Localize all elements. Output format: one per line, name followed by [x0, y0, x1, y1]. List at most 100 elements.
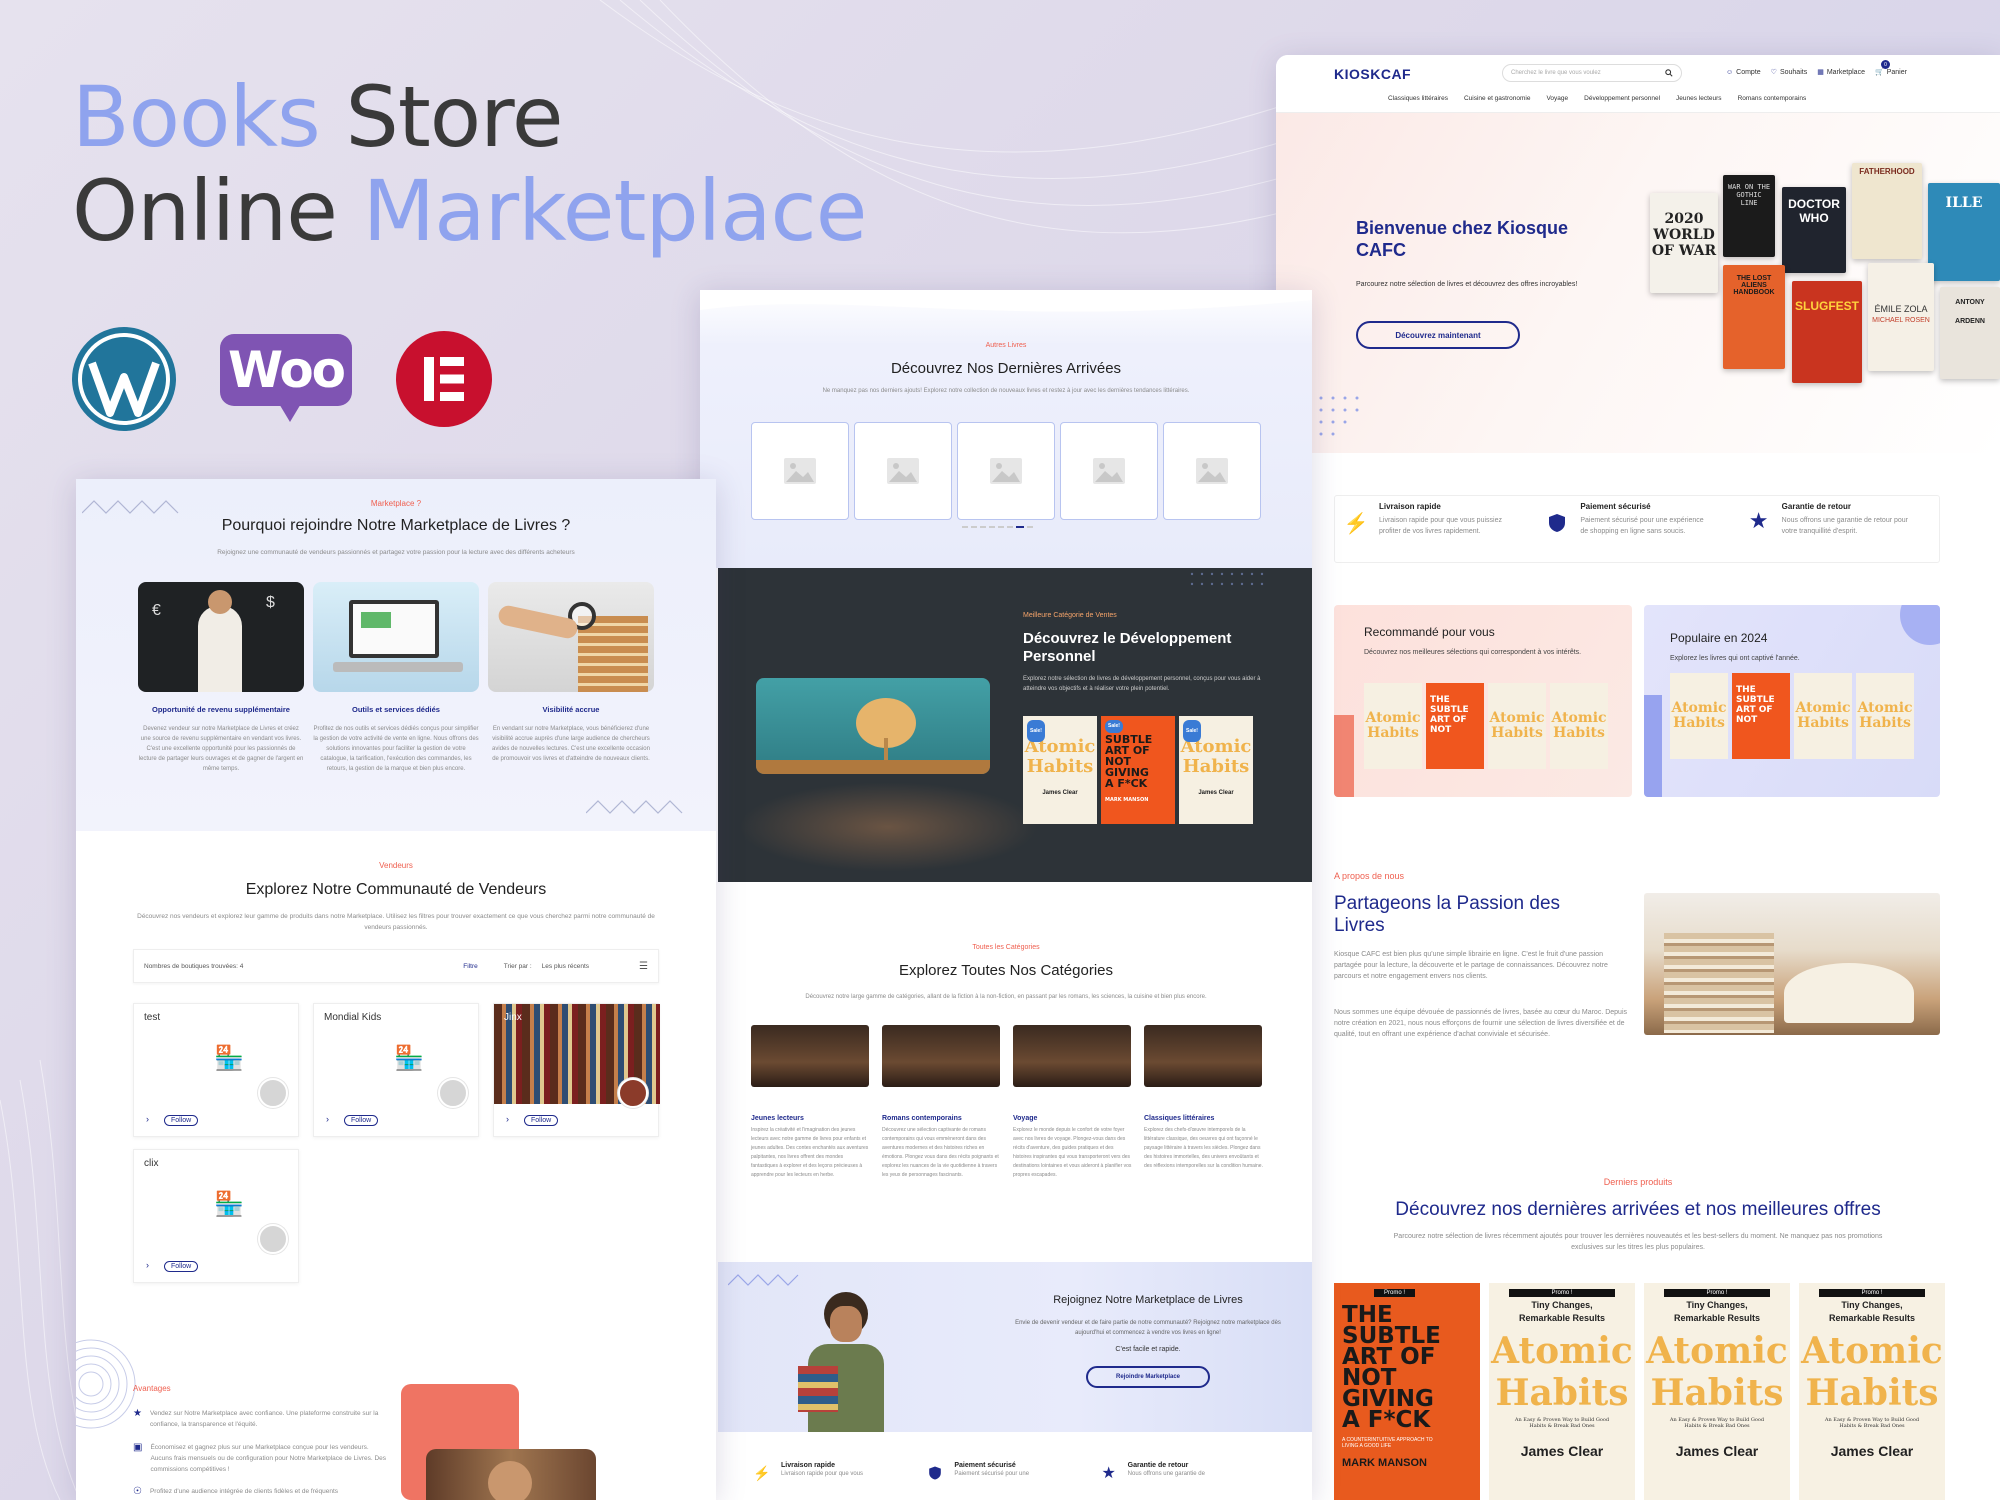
feature-text: En vendant sur notre Marketplace, vous b… — [492, 726, 650, 762]
hero-book-lost-aliens[interactable]: THE LOST ALIENS HANDBOOK — [1723, 265, 1785, 369]
nav-item[interactable]: Jeunes lecteurs — [1676, 95, 1722, 102]
product-author: James Clear — [1675, 1443, 1759, 1459]
home-hero: Bienvenue chez Kiosque CAFC Parcourez no… — [1276, 113, 2000, 453]
dev-book-atomic-habits[interactable]: Sale! Atomic Habits James Clear — [1023, 716, 1097, 824]
category-card-jeunes-lecteurs[interactable]: Jeunes lecteurs Inspirez la créativité e… — [751, 1025, 871, 1180]
join-text: Envie de devenir vendeur et de faire par… — [1015, 1320, 1281, 1336]
hero-book-ille[interactable]: ILLE — [1928, 183, 2000, 281]
about-title: Partageons la Passion des Livres — [1334, 893, 1561, 936]
nav-item[interactable]: Romans contemporains — [1738, 95, 1807, 102]
category-card-classiques[interactable]: Classiques littéraires Explorez des chef… — [1144, 1025, 1264, 1171]
follow-button[interactable]: Follow — [524, 1115, 559, 1126]
avatar — [618, 1078, 648, 1108]
about-kicker: A propos de nous — [1334, 871, 1405, 881]
join-marketplace-button[interactable]: Rejoindre Marketplace — [1086, 1366, 1210, 1388]
why-image-tools — [313, 582, 479, 692]
hero-book-doctor-who[interactable]: DOCTOR WHO — [1782, 187, 1846, 273]
nav-item[interactable]: Voyage — [1546, 95, 1568, 102]
store-icon: ▦ — [1817, 69, 1824, 76]
hero-book-emile-zola[interactable]: ÉMILE ZOLA MICHAEL ROSEN — [1868, 263, 1934, 371]
category-card-voyage[interactable]: Voyage Explorez le monde depuis le confo… — [1013, 1025, 1133, 1180]
advantage-item: ☉ Profitez d'une audience intégrée de cl… — [133, 1486, 339, 1497]
latest-products: Promo ! THE SUBTLE ART OF NOT GIVING A F*CK A… — [1334, 1283, 1945, 1500]
promo-badge: Promo ! — [1374, 1289, 1416, 1297]
popular-book-atomic-habits[interactable]: Atomic Habits — [1856, 673, 1914, 759]
follow-button[interactable]: Follow — [344, 1115, 379, 1126]
category-card-romans[interactable]: Romans contemporains Découvrez une sélec… — [882, 1025, 1002, 1180]
hero-book-slugfest[interactable]: SLUGFEST — [1792, 281, 1862, 383]
latest-title: Découvrez nos dernières arrivées et nos … — [1395, 1199, 1881, 1220]
money-icon: ▣ — [133, 1442, 143, 1453]
product-placeholder[interactable] — [854, 422, 952, 520]
filter-button[interactable]: Filtre — [463, 963, 477, 970]
product-placeholder[interactable] — [1060, 422, 1158, 520]
promo-book-atomic-habits[interactable]: Atomic Habits — [1550, 683, 1608, 769]
site-logo[interactable]: KIOSKCAF — [1334, 66, 1411, 82]
store-icon: 🏪 — [214, 1191, 244, 1218]
promo-popular-2024[interactable]: Populaire en 2024 Explorez les livres qu… — [1644, 605, 1940, 797]
nav-item[interactable]: Classiques littéraires — [1388, 95, 1448, 102]
follow-button[interactable]: Follow — [164, 1115, 199, 1126]
vendor-card-jinx[interactable]: Jinx › Follow — [493, 1003, 660, 1137]
discover-now-button[interactable]: Découvrez maintenant — [1356, 321, 1520, 349]
search-icon[interactable] — [1665, 69, 1673, 77]
hero-book-world-of-war[interactable]: 2020 WORLD OF WAR — [1650, 193, 1718, 293]
category-image — [882, 1025, 1000, 1087]
dev-book-subtle-art[interactable]: Sale! SUBTLE ART OF NOT GIVING A F*CK MARK MAN… — [1101, 716, 1175, 824]
sort-select[interactable]: Les plus récents — [542, 963, 589, 970]
feature-return-guarantee: ★ Garantie de retour Nous offrons une gar… — [1738, 496, 1939, 562]
product-tagline: Tiny Changes, Remarkable Results — [1828, 1300, 1916, 1323]
cart-link[interactable]: 🛒 Panier 0 — [1875, 60, 1907, 76]
sale-badge: Sale! — [1027, 720, 1045, 742]
follow-button[interactable]: Follow — [164, 1261, 199, 1272]
chevron-right-icon[interactable]: › — [326, 1114, 329, 1124]
hero-book-fatherhood[interactable]: FATHERHOOD — [1852, 163, 1922, 259]
promo-book-subtle-art[interactable]: THE SUBTLE ART OF NOT — [1426, 683, 1484, 769]
product-placeholder[interactable] — [1163, 422, 1261, 520]
promo-recommended[interactable]: Recommandé pour vous Découvrez nos meill… — [1334, 605, 1632, 797]
wordpress-icon — [72, 327, 176, 431]
vendor-card-mondial-kids[interactable]: Mondial Kids 🏪 › Follow — [313, 1003, 479, 1137]
wishlist-link[interactable]: ♡ Souhaits — [1771, 68, 1808, 77]
nav-item[interactable]: Cuisine et gastronomie — [1464, 95, 1530, 102]
product-card-atomic-habits[interactable]: Promo ! Tiny Changes, Remarkable Results… — [1799, 1283, 1945, 1500]
hero-heading: Bienvenue chez Kiosque CAFC — [1356, 218, 1569, 260]
product-placeholder[interactable] — [957, 422, 1055, 520]
vendors-toolbar: Nombres de boutiques trouvées: 4 Filtre … — [133, 949, 659, 983]
vendor-card-clix[interactable]: clix 🏪 › Follow — [133, 1149, 299, 1283]
arrivals-subtitle: Ne manquez pas nos derniers ajouts! Expl… — [822, 388, 1190, 394]
list-view-icon[interactable]: ☰ — [639, 961, 648, 972]
categories-kicker: Toutes les Catégories — [972, 944, 1040, 951]
site-header: KIOSKCAF Cherchez le livre que vous voul… — [1276, 55, 2000, 113]
hero-book-antony[interactable]: ANTONY ARDENN — [1940, 287, 2000, 379]
product-card-subtle-art[interactable]: Promo ! THE SUBTLE ART OF NOT GIVING A F*CK A… — [1334, 1283, 1480, 1500]
carousel-dots[interactable] — [962, 526, 1033, 528]
popular-book-atomic-habits[interactable]: Atomic Habits — [1670, 673, 1728, 759]
product-card-atomic-habits[interactable]: Promo ! Tiny Changes, Remarkable Results… — [1644, 1283, 1790, 1500]
search-placeholder: Cherchez le livre que vous voulez — [1511, 70, 1601, 76]
marketplace-link[interactable]: ▦ Marketplace — [1817, 68, 1865, 77]
promo-text: Découvrez nos meilleures sélections qui … — [1364, 649, 1582, 656]
account-link[interactable]: ☺ Compte — [1726, 69, 1761, 76]
category-name: Jeunes lecteurs — [751, 1115, 804, 1122]
dev-book-atomic-habits[interactable]: Sale! Atomic Habits James Clear — [1179, 716, 1253, 824]
concentric-deco — [76, 1339, 136, 1429]
chevron-right-icon[interactable]: › — [506, 1114, 509, 1124]
nav-item[interactable]: Développement personnel — [1584, 95, 1660, 102]
search-box[interactable]: Cherchez le livre que vous voulez — [1502, 64, 1682, 82]
product-subtitle: A COUNTERINTUITIVE APPROACH TO LIVING A … — [1342, 1437, 1433, 1449]
promo-book-atomic-habits[interactable]: Atomic Habits — [1364, 683, 1422, 769]
promo-book-atomic-habits[interactable]: Atomic Habits — [1488, 683, 1546, 769]
category-text: Découvrez une sélection captivante de ro… — [882, 1127, 999, 1178]
popular-book-subtle-art[interactable]: THE SUBTLE ART OF NOT — [1732, 673, 1790, 759]
product-placeholder[interactable] — [751, 422, 849, 520]
promo-books: Atomic Habits THE SUBTLE ART OF NOT Atomi… — [1364, 683, 1608, 769]
product-card-atomic-habits[interactable]: Promo ! Tiny Changes, Remarkable Results… — [1489, 1283, 1635, 1500]
hero-book-gothic-line[interactable]: WAR ON THE GOTHIC LINE — [1723, 175, 1775, 257]
popular-book-atomic-habits[interactable]: Atomic Habits — [1794, 673, 1852, 759]
feature-text: Profitez de nos outils et services dédié… — [313, 726, 479, 772]
vendor-card-test[interactable]: test 🏪 › Follow — [133, 1003, 299, 1137]
image-placeholder-icon — [1093, 458, 1125, 484]
chevron-right-icon[interactable]: › — [146, 1260, 149, 1270]
chevron-right-icon[interactable]: › — [146, 1114, 149, 1124]
